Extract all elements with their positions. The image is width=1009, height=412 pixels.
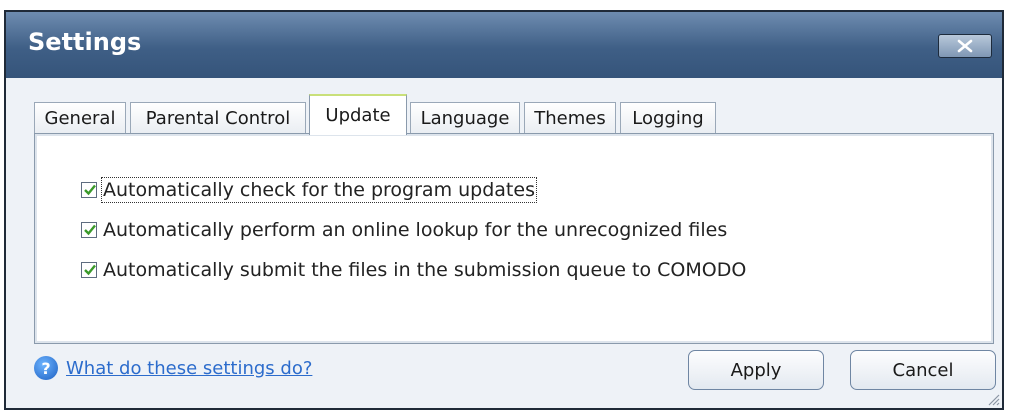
panel-inner: Automatically check for the program upda… (35, 134, 993, 343)
tab-label: Language (420, 108, 510, 129)
option-online-lookup[interactable]: Automatically perform an online lookup f… (81, 219, 727, 241)
checkmark-icon (84, 184, 96, 196)
tab-language[interactable]: Language (410, 102, 520, 134)
option-check-updates[interactable]: Automatically check for the program upda… (81, 177, 537, 203)
help-area: ? What do these settings do? (34, 356, 312, 380)
tab-label: Logging (632, 108, 704, 129)
help-icon[interactable]: ? (34, 356, 58, 380)
tab-general[interactable]: General (34, 102, 126, 134)
close-button[interactable] (938, 34, 992, 58)
help-link[interactable]: What do these settings do? (66, 358, 312, 379)
checkmark-icon (84, 224, 96, 236)
tab-label: General (44, 108, 116, 129)
option-label: Automatically submit the files in the su… (103, 259, 747, 281)
title-bar[interactable]: Settings (6, 12, 1002, 78)
settings-window: Settings General Parental Control Update… (4, 10, 1004, 410)
tab-label: Parental Control (145, 108, 291, 129)
tab-update[interactable]: Update (309, 94, 407, 135)
tab-label: Themes (534, 108, 606, 129)
resize-grip-icon[interactable] (986, 392, 1000, 406)
tab-logging[interactable]: Logging (620, 102, 716, 134)
checkmark-icon (84, 264, 96, 276)
option-label: Automatically perform an online lookup f… (103, 219, 728, 241)
checkbox-submit-files[interactable] (81, 262, 97, 278)
checkbox-check-updates[interactable] (81, 182, 97, 198)
update-panel: Automatically check for the program upda… (34, 133, 994, 344)
option-submit-files[interactable]: Automatically submit the files in the su… (81, 259, 746, 281)
checkbox-online-lookup[interactable] (81, 222, 97, 238)
cancel-button[interactable]: Cancel (850, 350, 996, 390)
tab-label: Update (325, 105, 391, 126)
window-title: Settings (28, 28, 142, 56)
option-label: Automatically check for the program upda… (101, 177, 537, 203)
tab-themes[interactable]: Themes (524, 102, 616, 134)
tab-parental-control[interactable]: Parental Control (130, 102, 306, 134)
close-icon (957, 39, 973, 53)
apply-button[interactable]: Apply (688, 350, 824, 390)
